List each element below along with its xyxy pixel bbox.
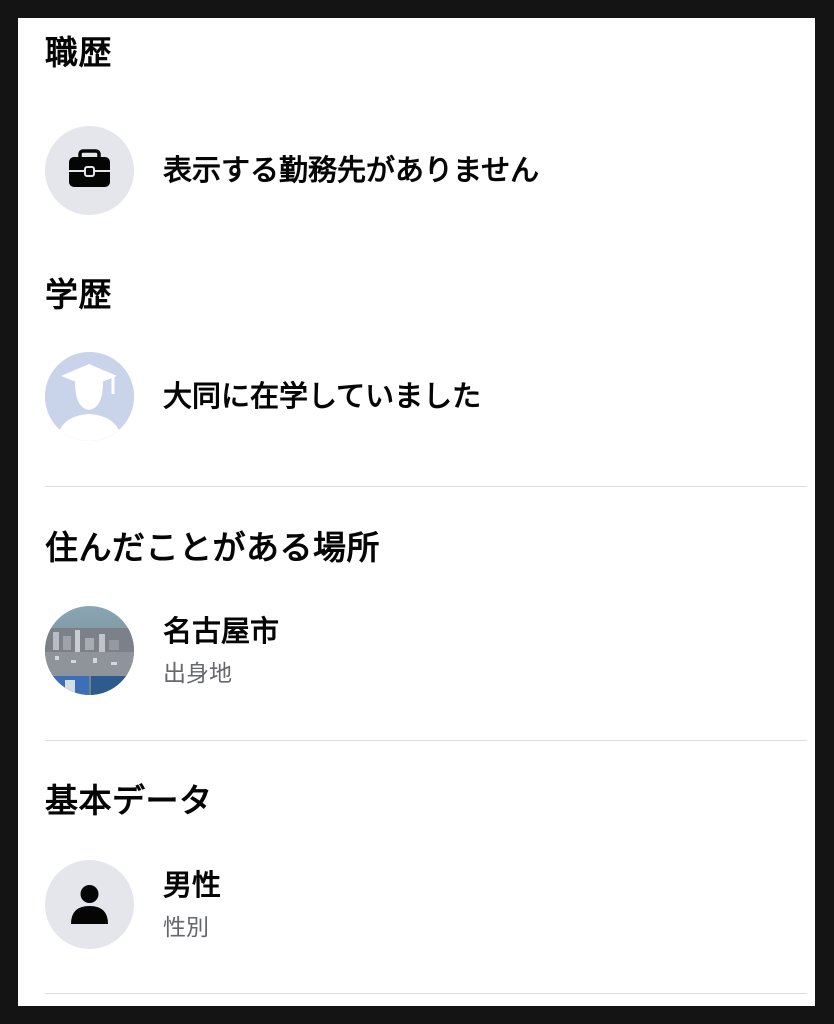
places-item-subtext: 出身地 xyxy=(163,661,232,687)
education-item-text[interactable]: 大同に在学していました xyxy=(163,382,481,411)
work-item-text: 表示する勤務先がありません xyxy=(163,153,540,187)
city-photo-icon[interactable] xyxy=(45,606,134,695)
section-divider xyxy=(45,740,807,741)
briefcase-icon xyxy=(45,126,134,215)
places-item-text[interactable]: 名古屋市 xyxy=(163,617,279,646)
basic-section-heading: 基本データ xyxy=(45,781,213,820)
section-divider xyxy=(45,993,807,994)
person-icon xyxy=(45,860,134,949)
about-page: 職歴 表示する勤務先がありません 学歴 大同に在学していました 住んだことがある… xyxy=(18,18,815,1006)
basic-item-text: 男性 xyxy=(163,868,222,902)
work-section-heading: 職歴 xyxy=(45,33,112,72)
education-section-heading: 学歴 xyxy=(45,275,112,314)
basic-item-subtext: 性別 xyxy=(163,915,209,941)
graduation-cap-icon[interactable] xyxy=(45,352,134,441)
places-section-heading: 住んだことがある場所 xyxy=(45,528,380,567)
screenshot-frame: 職歴 表示する勤務先がありません 学歴 大同に在学していました 住んだことがある… xyxy=(0,0,834,1024)
section-divider xyxy=(45,486,807,487)
